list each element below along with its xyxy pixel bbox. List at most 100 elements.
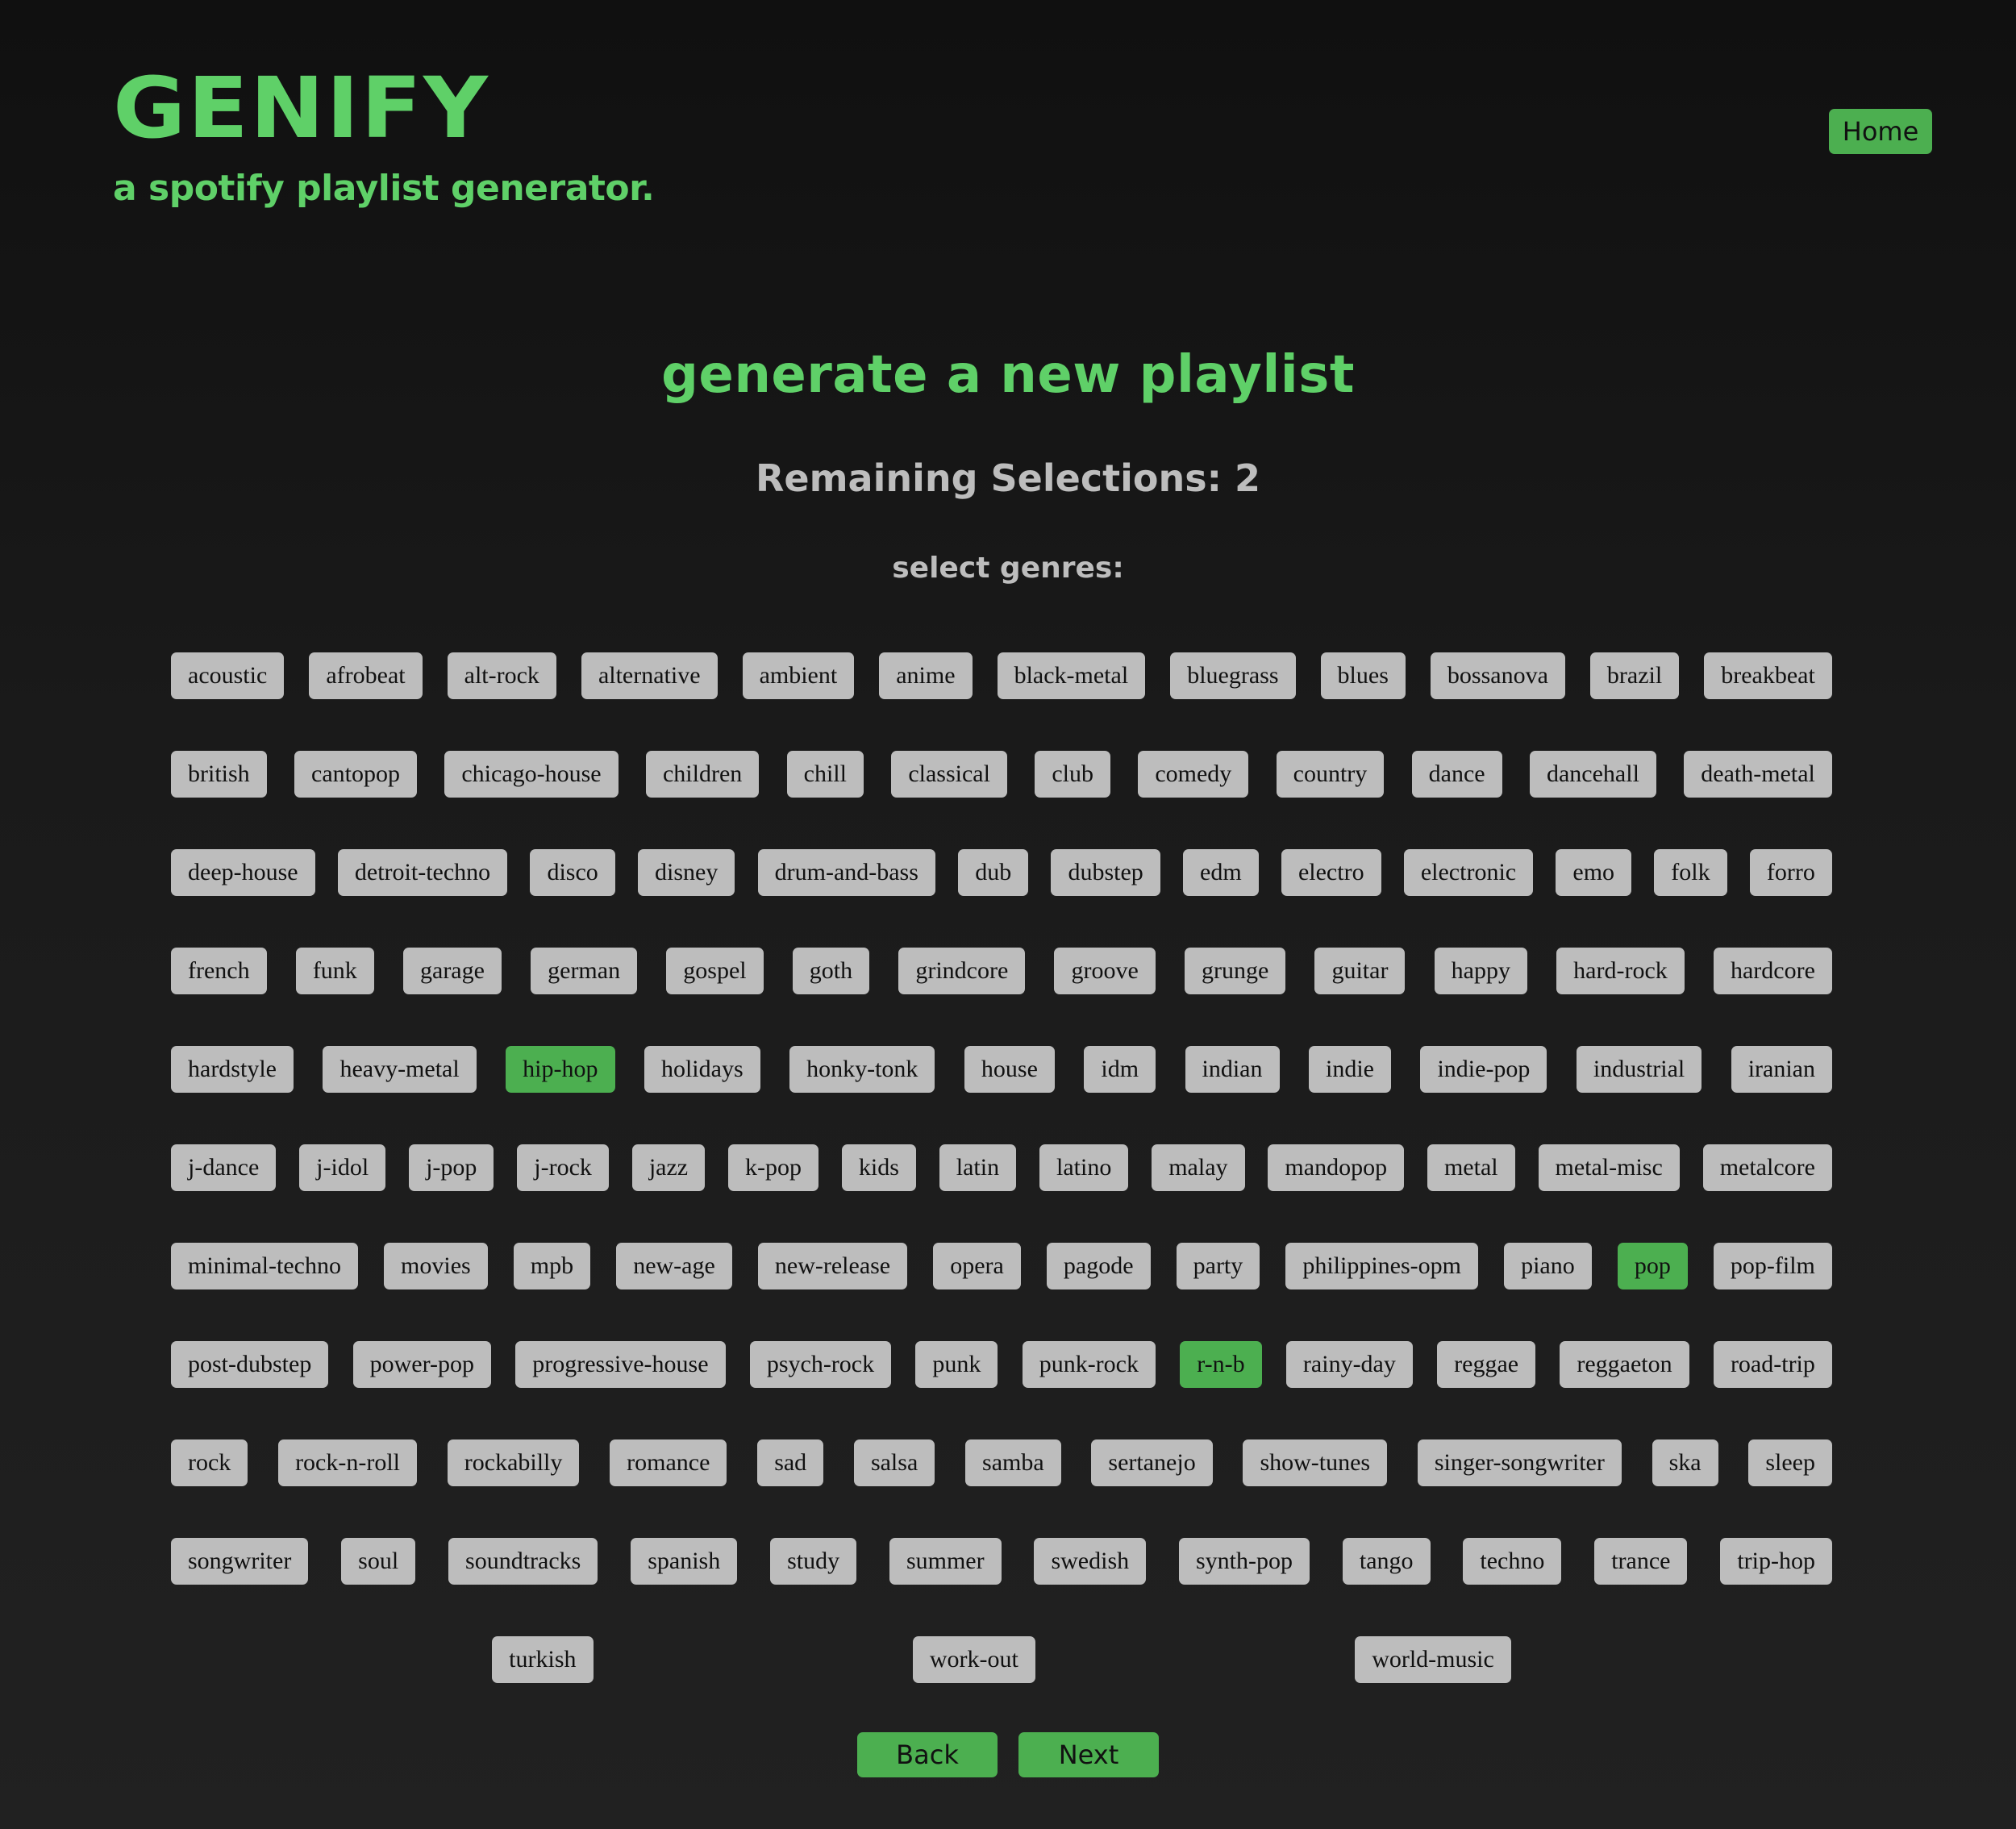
back-button[interactable]: Back (857, 1732, 998, 1777)
genre-chip-metalcore[interactable]: metalcore (1702, 1144, 1832, 1191)
genre-chip-hip-hop[interactable]: hip-hop (506, 1046, 615, 1093)
genre-chip-blues[interactable]: blues (1320, 652, 1406, 699)
genre-chip-r-n-b[interactable]: r-n-b (1180, 1341, 1262, 1388)
genre-chip-happy[interactable]: happy (1434, 948, 1527, 994)
genre-chip-emo[interactable]: emo (1556, 849, 1632, 896)
genre-chip-edm[interactable]: edm (1183, 849, 1259, 896)
genre-chip-rockabilly[interactable]: rockabilly (447, 1439, 580, 1486)
genre-chip-breakbeat[interactable]: breakbeat (1704, 652, 1832, 699)
genre-chip-afrobeat[interactable]: afrobeat (309, 652, 423, 699)
genre-chip-idm[interactable]: idm (1084, 1046, 1156, 1093)
genre-chip-electro[interactable]: electro (1281, 849, 1381, 896)
genre-chip-mandopop[interactable]: mandopop (1268, 1144, 1405, 1191)
genre-chip-children[interactable]: children (645, 751, 760, 798)
genre-chip-party[interactable]: party (1176, 1243, 1260, 1289)
genre-chip-chill[interactable]: chill (786, 751, 864, 798)
genre-chip-classical[interactable]: classical (891, 751, 1007, 798)
genre-chip-drum-and-bass[interactable]: drum-and-bass (757, 849, 935, 896)
genre-chip-philippines-opm[interactable]: philippines-opm (1285, 1243, 1478, 1289)
genre-chip-power-pop[interactable]: power-pop (352, 1341, 491, 1388)
home-button[interactable]: Home (1829, 109, 1932, 154)
genre-chip-holidays[interactable]: holidays (644, 1046, 760, 1093)
genre-chip-rock-n-roll[interactable]: rock-n-roll (278, 1439, 418, 1486)
genre-chip-trance[interactable]: trance (1594, 1538, 1688, 1585)
genre-chip-k-pop[interactable]: k-pop (727, 1144, 818, 1191)
genre-chip-indie[interactable]: indie (1308, 1046, 1391, 1093)
genre-chip-jazz[interactable]: jazz (631, 1144, 706, 1191)
genre-chip-pop-film[interactable]: pop-film (1713, 1243, 1832, 1289)
genre-chip-rainy-day[interactable]: rainy-day (1285, 1341, 1413, 1388)
genre-chip-chicago-house[interactable]: chicago-house (444, 751, 619, 798)
genre-chip-punk[interactable]: punk (915, 1341, 998, 1388)
genre-chip-world-music[interactable]: world-music (1355, 1636, 1511, 1683)
genre-chip-club[interactable]: club (1035, 751, 1110, 798)
genre-chip-deep-house[interactable]: deep-house (171, 849, 315, 896)
genre-chip-comedy[interactable]: comedy (1138, 751, 1249, 798)
genre-chip-spanish[interactable]: spanish (631, 1538, 738, 1585)
genre-chip-new-age[interactable]: new-age (616, 1243, 732, 1289)
genre-chip-progressive-house[interactable]: progressive-house (515, 1341, 726, 1388)
genre-chip-guitar[interactable]: guitar (1314, 948, 1406, 994)
genre-chip-techno[interactable]: techno (1463, 1538, 1562, 1585)
genre-chip-anime[interactable]: anime (879, 652, 973, 699)
genre-chip-folk[interactable]: folk (1654, 849, 1727, 896)
genre-chip-indian[interactable]: indian (1185, 1046, 1280, 1093)
genre-chip-salsa[interactable]: salsa (853, 1439, 935, 1486)
genre-chip-reggaeton[interactable]: reggaeton (1560, 1341, 1689, 1388)
genre-chip-malay[interactable]: malay (1152, 1144, 1245, 1191)
genre-chip-forro[interactable]: forro (1749, 849, 1832, 896)
genre-chip-latin[interactable]: latin (939, 1144, 1017, 1191)
genre-chip-samba[interactable]: samba (965, 1439, 1061, 1486)
genre-chip-grindcore[interactable]: grindcore (898, 948, 1026, 994)
genre-chip-sertanejo[interactable]: sertanejo (1091, 1439, 1213, 1486)
genre-chip-groove[interactable]: groove (1054, 948, 1156, 994)
genre-chip-grunge[interactable]: grunge (1184, 948, 1286, 994)
genre-chip-alternative[interactable]: alternative (581, 652, 718, 699)
genre-chip-hardstyle[interactable]: hardstyle (171, 1046, 294, 1093)
genre-chip-industrial[interactable]: industrial (1576, 1046, 1702, 1093)
genre-chip-turkish[interactable]: turkish (492, 1636, 594, 1683)
genre-chip-j-rock[interactable]: j-rock (517, 1144, 609, 1191)
genre-chip-hardcore[interactable]: hardcore (1713, 948, 1832, 994)
genre-chip-dancehall[interactable]: dancehall (1529, 751, 1656, 798)
genre-chip-soundtracks[interactable]: soundtracks (448, 1538, 598, 1585)
genre-chip-french[interactable]: french (171, 948, 267, 994)
genre-chip-death-metal[interactable]: death-metal (1684, 751, 1832, 798)
genre-chip-dub[interactable]: dub (958, 849, 1029, 896)
genre-chip-disney[interactable]: disney (638, 849, 735, 896)
genre-chip-sleep[interactable]: sleep (1748, 1439, 1832, 1486)
next-button[interactable]: Next (1018, 1732, 1159, 1777)
genre-chip-black-metal[interactable]: black-metal (997, 652, 1146, 699)
genre-chip-minimal-techno[interactable]: minimal-techno (171, 1243, 358, 1289)
genre-chip-new-release[interactable]: new-release (757, 1243, 908, 1289)
genre-chip-road-trip[interactable]: road-trip (1713, 1341, 1832, 1388)
genre-chip-country[interactable]: country (1276, 751, 1385, 798)
genre-chip-latino[interactable]: latino (1039, 1144, 1129, 1191)
genre-chip-psych-rock[interactable]: psych-rock (749, 1341, 892, 1388)
genre-chip-cantopop[interactable]: cantopop (294, 751, 417, 798)
genre-chip-work-out[interactable]: work-out (912, 1636, 1035, 1683)
genre-chip-bossanova[interactable]: bossanova (1430, 652, 1565, 699)
genre-chip-soul[interactable]: soul (341, 1538, 416, 1585)
genre-chip-show-tunes[interactable]: show-tunes (1243, 1439, 1388, 1486)
genre-chip-metal-misc[interactable]: metal-misc (1538, 1144, 1680, 1191)
genre-chip-honky-tonk[interactable]: honky-tonk (789, 1046, 935, 1093)
genre-chip-movies[interactable]: movies (384, 1243, 488, 1289)
genre-chip-heavy-metal[interactable]: heavy-metal (323, 1046, 477, 1093)
genre-chip-trip-hop[interactable]: trip-hop (1720, 1538, 1832, 1585)
genre-chip-romance[interactable]: romance (610, 1439, 727, 1486)
genre-chip-bluegrass[interactable]: bluegrass (1170, 652, 1296, 699)
genre-chip-gospel[interactable]: gospel (666, 948, 764, 994)
genre-chip-alt-rock[interactable]: alt-rock (447, 652, 556, 699)
genre-chip-german[interactable]: german (531, 948, 638, 994)
genre-chip-j-dance[interactable]: j-dance (171, 1144, 277, 1191)
genre-chip-pagode[interactable]: pagode (1046, 1243, 1151, 1289)
genre-chip-singer-songwriter[interactable]: singer-songwriter (1417, 1439, 1622, 1486)
genre-chip-j-idol[interactable]: j-idol (299, 1144, 386, 1191)
genre-chip-brazil[interactable]: brazil (1589, 652, 1680, 699)
genre-chip-synth-pop[interactable]: synth-pop (1179, 1538, 1310, 1585)
genre-chip-garage[interactable]: garage (403, 948, 502, 994)
genre-chip-study[interactable]: study (770, 1538, 857, 1585)
genre-chip-hard-rock[interactable]: hard-rock (1556, 948, 1685, 994)
genre-chip-electronic[interactable]: electronic (1403, 849, 1534, 896)
